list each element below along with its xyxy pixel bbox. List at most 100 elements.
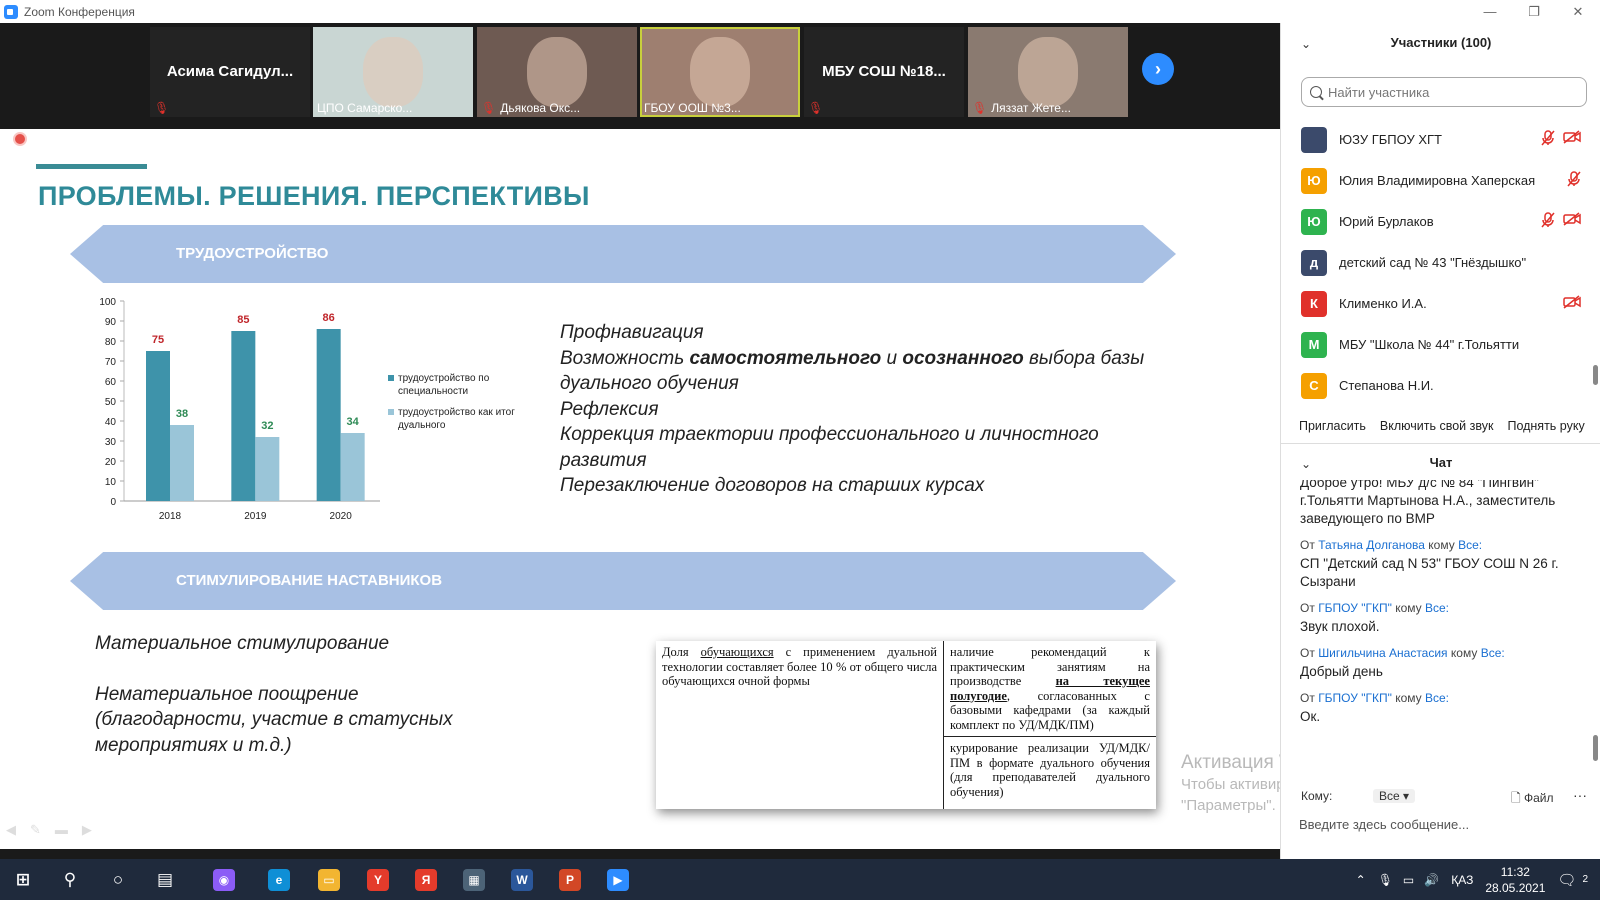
notification-icon[interactable]: 🗨 bbox=[1557, 871, 1576, 889]
point-2: Возможность самостоятельного и осознанно… bbox=[560, 347, 1145, 369]
camera-off-icon bbox=[1563, 129, 1581, 150]
participants-scrollbar[interactable] bbox=[1593, 365, 1598, 385]
chat-recipient[interactable]: Все: bbox=[1425, 691, 1449, 705]
language-indicator[interactable]: ҚАЗ bbox=[1451, 873, 1473, 887]
zoom-app-icon bbox=[4, 4, 18, 19]
banner-employment-label: ТРУДОУСТРОЙСТВО bbox=[176, 245, 329, 262]
restore-button[interactable]: ❐ bbox=[1512, 0, 1556, 23]
alice-icon: ◉ bbox=[213, 868, 235, 891]
participant-row[interactable]: Ю Юлия Владимировна Хаперская bbox=[1281, 160, 1600, 201]
participant-row[interactable]: д детский сад № 43 "Гнёздышко" bbox=[1281, 242, 1600, 283]
search-icon bbox=[1310, 86, 1322, 98]
y-tick-label: 70 bbox=[105, 357, 117, 368]
chat-scrollbar[interactable] bbox=[1593, 735, 1598, 761]
more-icon[interactable]: ··· bbox=[1573, 787, 1587, 803]
x-tick-label: 2020 bbox=[330, 511, 353, 522]
participant-actions: Пригласить Включить свой звук Поднять ру… bbox=[1295, 415, 1589, 437]
windows-activation-watermark: Активация Windows Чтобы активировать Win… bbox=[1181, 752, 1280, 814]
point-4-cont: развития bbox=[560, 449, 647, 471]
mic-muted-icon: 🎙 bbox=[481, 101, 497, 115]
explorer-taskbar-button[interactable]: ▭ bbox=[305, 859, 353, 900]
participant-name: Клименко И.А. bbox=[1339, 296, 1427, 311]
network-icon[interactable]: ▭ bbox=[1403, 873, 1414, 887]
participant-row[interactable]: К Клименко И.А. bbox=[1281, 283, 1600, 324]
calculator-taskbar-button[interactable]: ▦ bbox=[450, 859, 498, 900]
chat-sender[interactable]: ГБПОУ "ГКП" bbox=[1318, 601, 1392, 615]
point-5: Перезаключение договоров на старших курс… bbox=[560, 475, 985, 496]
video-tile[interactable]: ГБОУ ООШ №3... bbox=[640, 27, 800, 117]
screen-icon[interactable]: ▬ bbox=[55, 822, 68, 838]
criteria-table-image: Доля обучающихся с применением дуальной … bbox=[656, 641, 1156, 809]
chat-sender[interactable]: Шигильчина Анастасия bbox=[1318, 646, 1447, 660]
y-tick-label: 90 bbox=[105, 317, 117, 328]
y-tick-label: 0 bbox=[110, 497, 116, 508]
powerpoint-taskbar-button[interactable]: P bbox=[546, 859, 594, 900]
chat-message-input[interactable]: Введите здесь сообщение... bbox=[1299, 817, 1469, 832]
participant-row[interactable]: М МБУ "Школа № 44" г.Тольятти bbox=[1281, 324, 1600, 365]
unmute-button[interactable]: Включить свой звук bbox=[1376, 415, 1498, 437]
notification-count: 2 bbox=[1582, 874, 1588, 885]
participant-row[interactable]: Ю Юрий Бурлаков bbox=[1281, 201, 1600, 242]
participant-name: Юлия Владимировна Хаперская bbox=[1339, 173, 1536, 188]
chat-messages: Доброе утро! МБУ д/с № 84 "Пингвин" г.То… bbox=[1300, 480, 1586, 770]
minimize-button[interactable]: — bbox=[1468, 0, 1512, 23]
chat-text: Звук плохой. bbox=[1300, 619, 1380, 634]
chevron-up-icon[interactable]: ⌃ bbox=[1356, 873, 1366, 887]
participant-row[interactable]: ЮЗУ ГБПОУ ХГТ bbox=[1281, 119, 1600, 160]
chat-sender[interactable]: Татьяна Долганова bbox=[1318, 538, 1425, 552]
participant-name: ЮЗУ ГБПОУ ХГТ bbox=[1339, 132, 1442, 147]
window-titlebar: Zoom Конференция — ❐ ✕ bbox=[0, 0, 1600, 23]
raise-hand-button[interactable]: Поднять руку bbox=[1503, 415, 1588, 437]
bar bbox=[255, 437, 280, 501]
video-tile[interactable]: МБУ СОШ №18... 🎙 bbox=[804, 27, 964, 117]
video-tile[interactable]: ЦПО Самарско... bbox=[313, 27, 473, 117]
avatar: Ю bbox=[1301, 167, 1327, 194]
criteria-cell-2: наличие рекомендаций к практическим заня… bbox=[944, 641, 1156, 737]
chat-recipient-select[interactable]: Все ▾ bbox=[1373, 789, 1416, 803]
arrow-right-icon[interactable]: ▶ bbox=[82, 822, 92, 838]
chat-header[interactable]: ⌄ Чат bbox=[1281, 455, 1600, 475]
legend-swatch bbox=[388, 375, 394, 381]
video-tile[interactable]: 🎙 Ляззат Жете... bbox=[968, 27, 1128, 117]
file-button[interactable]: 🗋 Файл bbox=[1511, 789, 1554, 810]
yandex-taskbar-button[interactable]: Я bbox=[402, 859, 450, 900]
chat-text: Доброе утро! МБУ д/с № 84 "Пингвин" г.То… bbox=[1300, 480, 1556, 526]
chat-message: От ГБПОУ "ГКП" кому Все: Звук плохой. bbox=[1300, 601, 1586, 636]
zoom-taskbar-button[interactable]: ▶ bbox=[594, 859, 642, 900]
clock[interactable]: 11:32 28.05.2021 bbox=[1485, 864, 1545, 896]
volume-icon[interactable]: 🔊 bbox=[1424, 873, 1439, 887]
start-taskbar-button[interactable]: ⊞ bbox=[0, 859, 46, 900]
video-tile[interactable]: Асима Сагидул... 🎙 bbox=[150, 27, 310, 117]
chat-recipient[interactable]: Все: bbox=[1425, 601, 1449, 615]
invite-button[interactable]: Пригласить bbox=[1295, 415, 1370, 437]
participant-search-input[interactable]: Найти участника bbox=[1301, 77, 1587, 107]
close-button[interactable]: ✕ bbox=[1556, 0, 1600, 23]
arrow-left-icon[interactable]: ◀ bbox=[6, 822, 16, 838]
cortana-taskbar-button[interactable]: ○ bbox=[95, 859, 141, 900]
stimulus-nonmaterial-3: мероприятиях и т.д.) bbox=[95, 734, 292, 756]
pen-icon[interactable]: ✎ bbox=[30, 822, 41, 838]
word-taskbar-button[interactable]: W bbox=[498, 859, 546, 900]
start-icon: ⊞ bbox=[15, 869, 31, 889]
side-panel: ⌄ Участники (100) Найти участника ЮЗУ ГБ… bbox=[1280, 23, 1600, 859]
taskview-taskbar-button[interactable]: ▤ bbox=[142, 859, 188, 900]
chat-text: Добрый день bbox=[1300, 664, 1383, 679]
next-videos-button[interactable]: › bbox=[1142, 53, 1174, 85]
yandex-browser-taskbar-button[interactable]: Y bbox=[354, 859, 402, 900]
avatar: Ю bbox=[1301, 208, 1327, 235]
x-tick-label: 2018 bbox=[159, 511, 182, 522]
chat-recipient[interactable]: Все: bbox=[1481, 646, 1505, 660]
edge-taskbar-button[interactable]: e bbox=[255, 859, 303, 900]
video-tile[interactable]: 🎙 Дьякова Окс... bbox=[477, 27, 637, 117]
participant-video bbox=[690, 37, 750, 107]
participant-row[interactable]: С Степанова Н.И. bbox=[1281, 365, 1600, 406]
chat-sender[interactable]: ГБПОУ "ГКП" bbox=[1318, 691, 1392, 705]
alice-taskbar-button[interactable]: ◉ bbox=[200, 859, 248, 900]
point-1: Профнавигация bbox=[560, 322, 704, 343]
chat-recipient[interactable]: Все: bbox=[1458, 538, 1482, 552]
cortana-icon: ○ bbox=[112, 869, 124, 889]
microphone-icon[interactable]: 🎙 bbox=[1378, 873, 1393, 887]
search-taskbar-button[interactable]: ⚲ bbox=[47, 859, 93, 900]
criteria-cell-1: Доля обучающихся с применением дуальной … bbox=[656, 641, 944, 809]
participants-header[interactable]: ⌄ Участники (100) bbox=[1281, 35, 1600, 55]
